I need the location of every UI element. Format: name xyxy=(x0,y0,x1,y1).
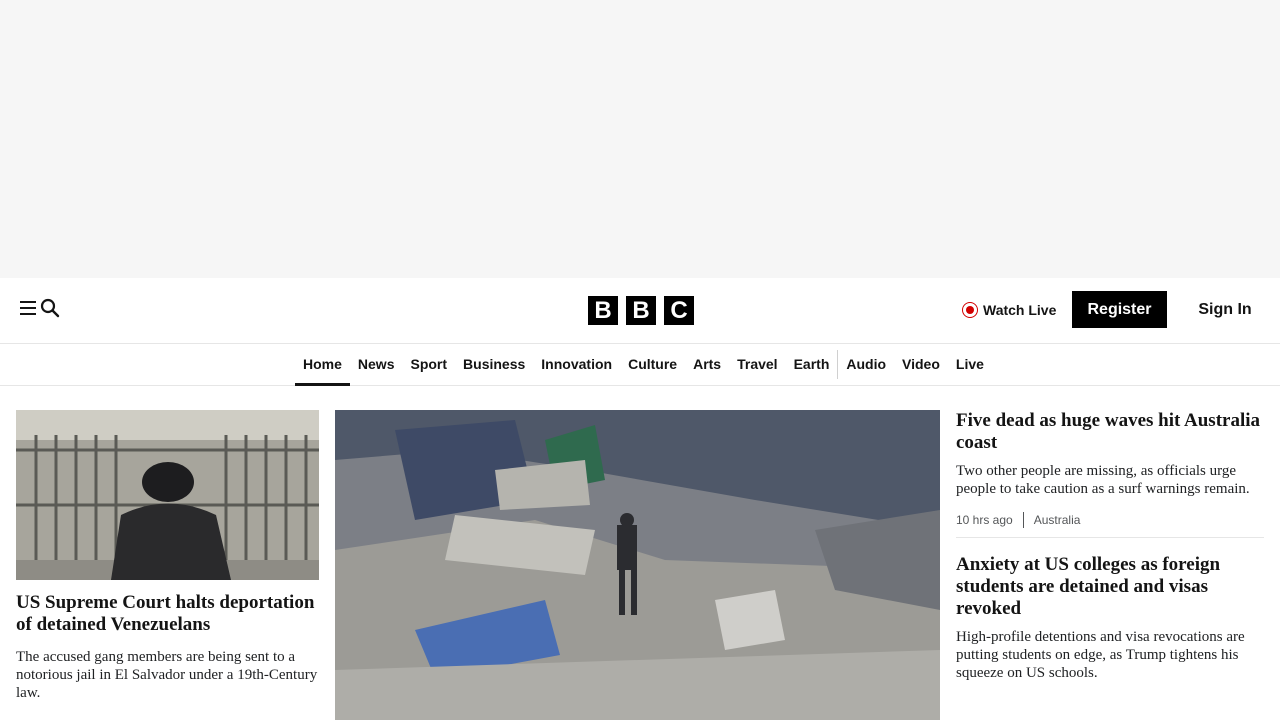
story-topic-tag[interactable]: Australia xyxy=(1034,513,1081,527)
search-icon[interactable] xyxy=(40,298,60,318)
meta-divider xyxy=(1022,512,1024,528)
story-left: US Supreme Court halts deportation of de… xyxy=(16,592,319,702)
story-summary: The accused gang members are being sent … xyxy=(16,649,318,701)
story-divider xyxy=(956,537,1264,538)
nav-item-audio[interactable]: Audio xyxy=(838,344,894,385)
nav-item-arts[interactable]: Arts xyxy=(685,344,729,385)
story-card: Five dead as huge waves hit Australia co… xyxy=(956,410,1264,528)
advertisement-slot xyxy=(0,0,1280,278)
story-right-column: Five dead as huge waves hit Australia co… xyxy=(956,410,1264,682)
nav-item-live[interactable]: Live xyxy=(948,344,992,385)
nav-item-sport[interactable]: Sport xyxy=(402,344,455,385)
nav-item-travel[interactable]: Travel xyxy=(729,344,785,385)
nav-item-innovation[interactable]: Innovation xyxy=(533,344,620,385)
story-card: Anxiety at US colleges as foreign studen… xyxy=(956,554,1264,682)
story-timestamp: 10 hrs ago xyxy=(956,513,1013,527)
nav-item-news[interactable]: News xyxy=(350,344,403,385)
story-summary: Two other people are missing, as officia… xyxy=(956,463,1250,497)
logo-letter: B xyxy=(588,296,618,325)
story-image-destroyed-building[interactable] xyxy=(335,410,940,720)
nav-item-home[interactable]: Home xyxy=(295,344,350,386)
main-navigation: Home News Sport Business Innovation Cult… xyxy=(0,344,1280,386)
logo-letter: C xyxy=(664,296,694,325)
nav-item-earth[interactable]: Earth xyxy=(786,344,838,385)
watch-live-link[interactable]: Watch Live xyxy=(962,299,1056,321)
hamburger-menu-icon[interactable] xyxy=(20,300,38,316)
bbc-logo[interactable]: B B C xyxy=(588,296,694,325)
menu-search-button[interactable] xyxy=(20,298,60,318)
nav-item-culture[interactable]: Culture xyxy=(620,344,685,385)
story-meta: 10 hrs ago Australia xyxy=(956,512,1264,528)
sign-in-button[interactable]: Sign In xyxy=(1190,291,1260,328)
story-image-prison-guard[interactable] xyxy=(16,410,319,580)
story-headline[interactable]: US Supreme Court halts deportation of de… xyxy=(16,592,319,636)
logo-letter: B xyxy=(626,296,656,325)
nav-item-video[interactable]: Video xyxy=(894,344,948,385)
live-indicator-icon xyxy=(962,302,978,318)
masthead: B B C Watch Live Register Sign In xyxy=(0,278,1280,344)
watch-live-label: Watch Live xyxy=(983,302,1057,318)
nav-item-business[interactable]: Business xyxy=(455,344,533,385)
story-summary: High-profile detentions and visa revocat… xyxy=(956,629,1245,681)
story-headline[interactable]: Anxiety at US colleges as foreign studen… xyxy=(956,554,1264,620)
story-headline[interactable]: Five dead as huge waves hit Australia co… xyxy=(956,410,1264,454)
register-button[interactable]: Register xyxy=(1072,291,1167,328)
